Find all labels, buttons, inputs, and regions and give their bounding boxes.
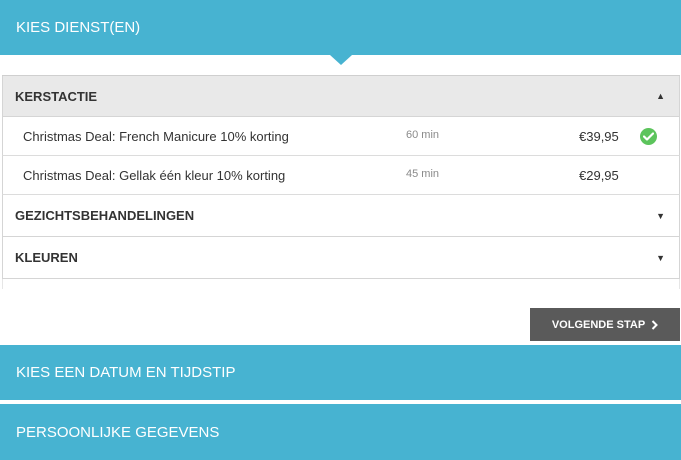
caret-down-icon: ▼ bbox=[656, 252, 665, 263]
next-step-label: VOLGENDE STAP bbox=[551, 318, 646, 331]
category-header-gezichtsbehandelingen[interactable]: GEZICHTSBEHANDELINGEN ▼ bbox=[2, 195, 680, 237]
category-title: KLEUREN bbox=[15, 250, 78, 265]
chevron-right-icon bbox=[651, 319, 659, 330]
panel-bottom-spacer bbox=[2, 279, 680, 289]
category-header-kerstactie[interactable]: KERSTACTIE ▲ bbox=[2, 76, 680, 117]
service-duration: 45 min bbox=[406, 168, 440, 180]
check-icon[interactable] bbox=[640, 128, 657, 145]
step-title: PERSOONLIJKE GEGEVENS bbox=[16, 423, 220, 441]
service-price: €39,95 bbox=[579, 129, 619, 144]
caret-up-icon: ▲ bbox=[656, 91, 665, 101]
step-header-choose-services[interactable]: KIES DIENST(EN) bbox=[0, 0, 681, 55]
next-step-button[interactable]: VOLGENDE STAP bbox=[530, 308, 680, 341]
service-price: €29,95 bbox=[579, 168, 619, 183]
caret-down-icon: ▼ bbox=[656, 210, 665, 221]
step-header-choose-date-time[interactable]: KIES EEN DATUM EN TIJDSTIP bbox=[0, 345, 681, 400]
step-title: KIES EEN DATUM EN TIJDSTIP bbox=[16, 364, 236, 381]
category-header-kleuren[interactable]: KLEUREN ▼ bbox=[2, 237, 680, 279]
service-name: Christmas Deal: French Manicure 10% kort… bbox=[23, 129, 289, 144]
step-title: KIES DIENST(EN) bbox=[16, 19, 141, 36]
category-title: KERSTACTIE bbox=[15, 88, 98, 104]
services-panel: KERSTACTIE ▲ Christmas Deal: French Mani… bbox=[2, 75, 680, 289]
service-row[interactable]: Christmas Deal: French Manicure 10% kort… bbox=[2, 117, 680, 156]
step-pointer-arrow bbox=[330, 55, 352, 65]
category-title: GEZICHTSBEHANDELINGEN bbox=[15, 208, 195, 223]
service-row[interactable]: Christmas Deal: Gellak één kleur 10% kor… bbox=[2, 156, 680, 195]
service-name: Christmas Deal: Gellak één kleur 10% kor… bbox=[23, 168, 286, 183]
step-header-personal-details[interactable]: PERSOONLIJKE GEGEVENS bbox=[0, 404, 681, 460]
service-duration: 60 min bbox=[406, 129, 440, 141]
